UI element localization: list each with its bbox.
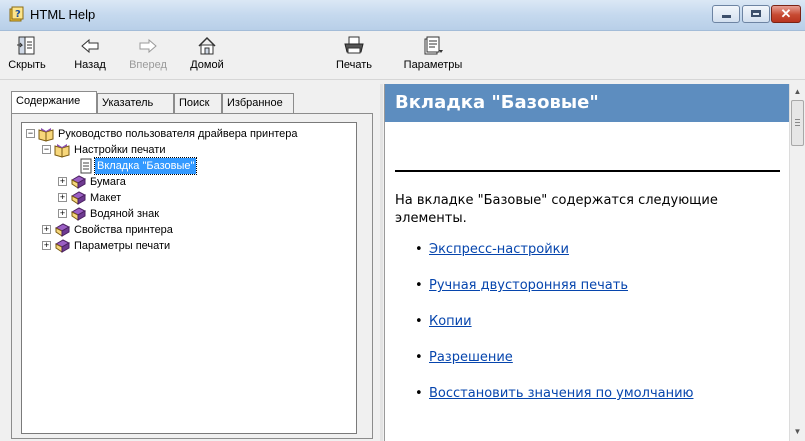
forward-arrow-icon	[139, 38, 157, 54]
link-express-settings[interactable]: Экспресс-настройки	[429, 242, 569, 257]
bullet: •	[415, 314, 423, 329]
tab-favorites[interactable]: Избранное	[222, 93, 294, 113]
link-resolution[interactable]: Разрешение	[429, 350, 513, 365]
grip-line	[795, 125, 800, 126]
close-button[interactable]: ✕	[771, 5, 801, 23]
bullet: •	[415, 350, 423, 365]
vertical-scrollbar[interactable]: ▲ ▼	[789, 84, 805, 441]
list-item: • Копии	[415, 314, 472, 329]
help-window: ? HTML Help ✕ Скрыть Назад Вперед Домой …	[0, 0, 805, 441]
print-label: Печать	[335, 59, 373, 71]
link-manual-duplex[interactable]: Ручная двусторонняя печать	[429, 278, 628, 293]
scroll-thumb[interactable]	[791, 100, 804, 146]
printer-icon	[344, 36, 364, 54]
content-pane: Вкладка "Базовые" На вкладке "Базовые" с…	[384, 84, 805, 441]
closed-book-icon	[54, 223, 70, 237]
grip-line	[795, 119, 800, 120]
tree-label-paper: Бумага	[90, 176, 126, 188]
heading-divider	[395, 170, 780, 172]
minimize-icon	[722, 15, 731, 18]
minimize-button[interactable]	[712, 5, 740, 23]
tree-label-layout: Макет	[90, 192, 122, 204]
tree-label-print-settings: Настройки печати	[74, 144, 166, 156]
link-restore-defaults[interactable]: Восстановить значения по умолчанию	[429, 386, 693, 401]
collapse-icon[interactable]: −	[42, 145, 51, 154]
list-item: • Восстановить значения по умолчанию	[415, 386, 693, 401]
scroll-down-icon[interactable]: ▼	[790, 424, 805, 440]
tree-label-basic-tab: Вкладка "Базовые"	[93, 157, 198, 175]
tab-contents[interactable]: Содержание	[11, 91, 97, 113]
bullet: •	[415, 242, 423, 257]
options-label: Параметры	[403, 59, 463, 71]
tree-label-printer-properties: Свойства принтера	[74, 224, 173, 236]
scroll-up-icon[interactable]: ▲	[790, 84, 805, 100]
options-icon	[424, 36, 443, 55]
back-arrow-icon	[81, 38, 99, 54]
expand-icon[interactable]: +	[42, 225, 51, 234]
tree-label-watermark: Водяной знак	[90, 208, 160, 220]
tree-label-root: Руководство пользователя драйвера принте…	[58, 128, 298, 140]
tab-index[interactable]: Указатель	[97, 93, 174, 113]
collapse-icon[interactable]: −	[26, 129, 35, 138]
open-book-icon	[38, 128, 54, 142]
forward-label: Вперед	[129, 59, 167, 71]
expand-icon[interactable]: +	[58, 193, 67, 202]
expand-icon[interactable]: +	[58, 177, 67, 186]
closed-book-icon	[70, 191, 86, 205]
hide-label: Скрыть	[8, 59, 46, 71]
back-label: Назад	[74, 59, 106, 71]
closed-book-icon	[54, 239, 70, 253]
expand-icon[interactable]: +	[42, 241, 51, 250]
contents-tree[interactable]: − Руководство пользователя драйвера прин…	[21, 122, 357, 434]
grip-line	[795, 122, 800, 123]
home-button[interactable]: Домой	[179, 31, 235, 79]
back-button[interactable]: Назад	[64, 31, 116, 79]
help-book-icon: ?	[9, 6, 24, 22]
list-item: • Разрешение	[415, 350, 513, 365]
home-icon	[198, 36, 216, 55]
maximize-button[interactable]	[742, 5, 770, 23]
bullet: •	[415, 386, 423, 401]
page-icon	[80, 158, 92, 174]
link-copies[interactable]: Копии	[429, 314, 472, 329]
hide-button[interactable]: Скрыть	[6, 31, 48, 79]
window-title: HTML Help	[30, 7, 96, 22]
forward-button[interactable]: Вперед	[119, 31, 177, 79]
maximize-icon	[751, 10, 761, 17]
options-button[interactable]: Параметры	[398, 31, 468, 79]
closed-book-icon	[70, 175, 86, 189]
home-label: Домой	[190, 59, 224, 71]
expand-icon[interactable]: +	[58, 209, 67, 218]
list-item: • Экспресс-настройки	[415, 242, 569, 257]
close-icon: ✕	[780, 6, 792, 21]
pane-splitter[interactable]	[380, 84, 383, 441]
hide-pane-icon	[17, 36, 35, 55]
topic-heading: Вкладка "Базовые"	[395, 92, 599, 113]
toolbar: Скрыть Назад Вперед Домой Печать Парамет…	[0, 31, 805, 80]
list-item: • Ручная двусторонняя печать	[415, 278, 628, 293]
tree-label-print-options: Параметры печати	[74, 240, 171, 252]
contents-tab-panel: − Руководство пользователя драйвера прин…	[11, 113, 373, 439]
print-button[interactable]: Печать	[330, 31, 378, 79]
closed-book-icon	[70, 207, 86, 221]
topic-heading-bar: Вкладка "Базовые"	[385, 84, 789, 122]
bullet: •	[415, 278, 423, 293]
tab-search[interactable]: Поиск	[174, 93, 222, 113]
navigation-pane: Содержание Указатель Поиск Избранное − Р…	[3, 84, 378, 441]
open-book-icon	[54, 144, 70, 158]
title-bar[interactable]: ? HTML Help ✕	[0, 0, 805, 31]
svg-text:?: ?	[15, 9, 21, 20]
intro-text: На вкладке "Базовые" содержатся следующи…	[395, 193, 718, 226]
